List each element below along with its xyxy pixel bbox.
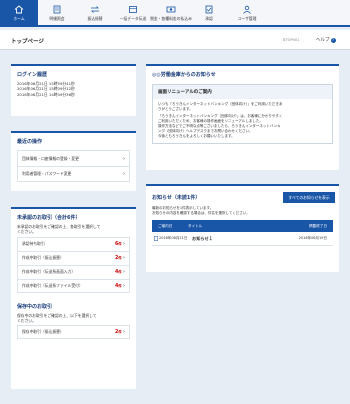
bank-notice-box: 画面リニューアルのご案内 いつも「ろうきんインターネットバンキング（団体向け）」… xyxy=(152,84,333,144)
nav-label: ホーム xyxy=(13,16,25,21)
pending-item[interactable]: 作成中取引（振込振替） 2件 › xyxy=(17,250,130,265)
recent-op-item[interactable]: 利用者管理・パスワード変更 › xyxy=(17,166,130,182)
page-title: トップページ xyxy=(11,39,44,45)
global-nav: ホーム 明細照会 振込振替 一括データ伝送 税金・各種料金の払込み 承認 ユーザ… xyxy=(0,0,350,27)
chevron-right-icon: › xyxy=(123,241,125,248)
chevron-right-icon: › xyxy=(123,329,125,336)
col-date: ご案内日 xyxy=(158,223,173,228)
nav-label: ユーザ管理 xyxy=(237,16,257,21)
recent-ops-title: 最近の操作 xyxy=(17,139,43,145)
help-icon: ? xyxy=(330,38,336,43)
chevron-right-icon: › xyxy=(123,255,125,262)
recent-ops-panel: 最近の操作 団体情報・口座情報の登録・変更 › 利用者管理・パスワード変更 › xyxy=(11,131,136,191)
nav-user-management[interactable]: ユーザ管理 xyxy=(228,0,266,27)
bank-notice-box-title: 画面リニューアルのご案内 xyxy=(153,85,332,99)
bank-notice-line: りがとうございます。 xyxy=(158,107,193,111)
notices-desc: お知らせの内容を確認する場合は、件名を選択してください。 xyxy=(152,211,250,215)
pending-item[interactable]: 作成中取引（伝送系ファイル受付） 4件 › xyxy=(17,278,130,293)
show-all-notices-button[interactable]: すべてのお知らせを表示 xyxy=(283,192,335,203)
pending-panel: 未承認のお取引（合計6件） 未承認のお取引をご確認の上、各取引を選択して くださ… xyxy=(11,207,136,389)
transfer-icon xyxy=(91,6,99,13)
count-unit: 件 xyxy=(118,283,122,288)
nav-label: 明細照会 xyxy=(49,16,65,21)
pending-label: 作成中取引（振込振替） xyxy=(22,255,64,261)
home-icon xyxy=(14,5,24,14)
login-history-entry: 2016年06月21日 14時49分36秒 xyxy=(17,91,75,97)
approval-icon xyxy=(205,5,213,14)
nav-statement-inquiry[interactable]: 明細照会 xyxy=(38,0,76,27)
nav-approval[interactable]: 承認 xyxy=(190,0,228,27)
pending-desc: ください。 xyxy=(17,229,36,235)
login-history-panel: ログイン履歴 2016年06月21日 15時59分41秒 2016年06月21日… xyxy=(11,64,136,116)
chevron-right-icon: › xyxy=(123,171,125,177)
notice-title-link[interactable]: お知らせ１ xyxy=(192,236,282,242)
saved-label: 保存中取引（振込振替） xyxy=(22,329,64,335)
pending-label: 作成中取引（伝送系画面入力） xyxy=(22,269,76,275)
tax-payment-icon xyxy=(166,6,176,13)
nav-bulk-data[interactable]: 一括データ伝送 xyxy=(114,0,152,27)
pending-label: 作成中取引（伝送系ファイル受付） xyxy=(22,282,83,288)
recent-op-label: 利用者管理・パスワード変更 xyxy=(22,171,72,176)
nav-label: 税金・各種料金の払込み xyxy=(150,16,192,21)
notice-row[interactable]: 2016年06月21日 お知らせ１ 2016年06月19日 xyxy=(152,232,333,246)
saved-title: 保存中のお取引 xyxy=(17,303,53,310)
count-unit: 件 xyxy=(118,242,122,247)
page-id: BTOP001 xyxy=(283,38,300,42)
notices-table: ご案内日 タイトル 掲載終了日 2016年06月21日 お知らせ１ 2016年0… xyxy=(152,220,333,246)
recent-op-label: 団体情報・口座情報の登録・変更 xyxy=(22,155,79,161)
login-history-title: ログイン履歴 xyxy=(17,72,48,78)
col-title: タイトル xyxy=(188,223,203,228)
bank-notice-panel: ◎◎労働金庫からのお知らせ 画面リニューアルのご案内 いつも「ろうきんインターネ… xyxy=(146,64,339,170)
chevron-right-icon: › xyxy=(123,269,125,276)
pending-item[interactable]: 作成中取引（伝送系画面入力） 4件 › xyxy=(17,264,130,279)
help-link[interactable]: ヘルプ? xyxy=(316,37,336,43)
notice-deadline: 2016年06月19日 xyxy=(298,236,327,240)
nav-label: 承認 xyxy=(205,16,213,21)
chevron-right-icon: › xyxy=(123,282,125,289)
count-unit: 件 xyxy=(118,256,122,261)
notices-desc: 最新のお知らせを1件表示しています。 xyxy=(152,206,214,210)
pending-title: 未承認のお取引（合計6件） xyxy=(17,215,81,221)
recent-op-item[interactable]: 団体情報・口座情報の登録・変更 › xyxy=(17,150,130,166)
nav-tax-payment[interactable]: 税金・各種料金の払込み xyxy=(150,0,192,27)
saved-item[interactable]: 保存中取引（振込振替） 2件 › xyxy=(17,325,130,340)
bank-notice-line: 今後ともろうきんをよろしくお願いいたします。 xyxy=(158,134,235,138)
notices-table-header: ご案内日 タイトル 掲載終了日 xyxy=(152,220,333,232)
data-transmission-icon xyxy=(129,6,137,13)
notice-date: 2016年06月21日 xyxy=(159,236,188,240)
nav-label: 振込振替 xyxy=(87,16,103,21)
statement-icon xyxy=(53,5,61,14)
pending-item[interactable]: 承認待ち取引 6件 › xyxy=(17,236,130,251)
count-unit: 件 xyxy=(118,330,122,335)
saved-desc: ください。 xyxy=(17,317,36,323)
count-unit: 件 xyxy=(118,270,122,275)
document-icon xyxy=(152,235,159,242)
user-management-icon xyxy=(243,5,251,14)
page-header: トップページ BTOP001 ヘルプ? xyxy=(0,30,350,50)
help-label: ヘルプ xyxy=(316,38,330,43)
nav-home[interactable]: ホーム xyxy=(0,0,38,27)
nav-label: 一括データ伝送 xyxy=(119,16,147,21)
chevron-right-icon: › xyxy=(123,155,125,162)
bank-notice-title: ◎◎労働金庫からのお知らせ xyxy=(152,72,216,78)
col-deadline: 掲載終了日 xyxy=(309,223,327,228)
nav-transfer[interactable]: 振込振替 xyxy=(76,0,114,27)
notices-panel: お知らせ（未読1件） すべてのお知らせを表示 最新のお知らせを1件表示しています… xyxy=(146,184,339,272)
pending-label: 承認待ち取引 xyxy=(22,241,45,247)
